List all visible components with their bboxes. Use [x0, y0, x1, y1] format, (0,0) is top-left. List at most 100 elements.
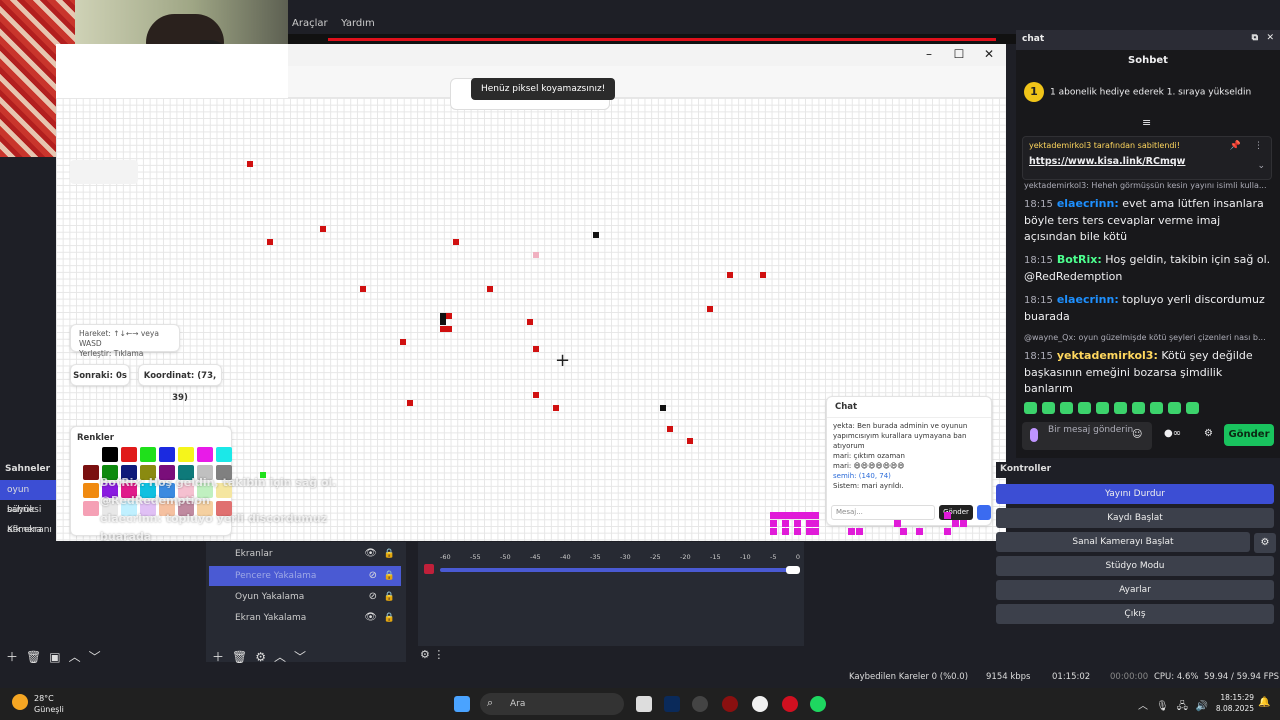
- ingame-chat-input[interactable]: Mesaj...: [831, 505, 935, 520]
- emoji-icon[interactable]: [977, 505, 991, 520]
- control-button[interactable]: Stüdyo Modu: [996, 556, 1274, 576]
- undock-icon[interactable]: ⧉: [1252, 33, 1258, 43]
- scenes-title: Sahneler: [0, 462, 56, 478]
- scene-toolbar[interactable]: ＋🗑▣︿﹀: [6, 648, 109, 665]
- color-swatch[interactable]: [83, 501, 99, 516]
- emoji-picker-icon[interactable]: ☺: [1132, 429, 1142, 440]
- volume-knob[interactable]: [786, 566, 800, 574]
- color-swatch[interactable]: [159, 447, 175, 462]
- canvas-pixel: [400, 339, 406, 345]
- eye-hidden-icon[interactable]: ⊘: [369, 587, 377, 607]
- more-icon[interactable]: ⋮: [1254, 141, 1263, 151]
- close-icon[interactable]: ✕: [974, 44, 1004, 66]
- source-item[interactable]: Ekranlar 👁 🔒: [209, 544, 401, 564]
- emote-icon[interactable]: [1060, 402, 1073, 414]
- emote-icon[interactable]: [1150, 402, 1163, 414]
- minimize-icon[interactable]: –: [914, 44, 944, 66]
- start-icon[interactable]: [454, 696, 470, 712]
- weather-widget[interactable]: 28°C Güneşli: [12, 692, 92, 716]
- control-button[interactable]: Kaydı Başlat: [996, 508, 1274, 528]
- taskbar-search[interactable]: Ara: [480, 693, 624, 715]
- eye-hidden-icon[interactable]: ⊘: [369, 566, 377, 586]
- close-dock-icon[interactable]: ✕: [1266, 33, 1274, 43]
- tray-icons[interactable]: ︿🎙🖧🔊: [1138, 697, 1216, 716]
- canvas-pixel: [760, 272, 766, 278]
- color-swatch[interactable]: [102, 447, 118, 462]
- opera-icon[interactable]: [782, 696, 798, 712]
- app-icon[interactable]: [722, 696, 738, 712]
- volume-slider[interactable]: [440, 568, 798, 572]
- spotify-icon[interactable]: [810, 696, 826, 712]
- color-swatch[interactable]: [197, 447, 213, 462]
- canvas-info-box: [70, 160, 138, 184]
- message-user[interactable]: elaecrinn:: [1057, 197, 1119, 210]
- lock-icon[interactable]: 🔒: [384, 566, 395, 586]
- emote-icon[interactable]: [1114, 402, 1127, 414]
- source-item[interactable]: Pencere Yakalama ⊘ 🔒: [209, 566, 401, 586]
- canvas-pixel: [533, 392, 539, 398]
- chat-send-button[interactable]: Gönder: [1224, 424, 1274, 446]
- emote-icon[interactable]: [1042, 402, 1055, 414]
- message-user[interactable]: yektademirkol3:: [1057, 349, 1158, 362]
- file-explorer-icon[interactable]: [636, 696, 652, 712]
- gift-announcement: 1 1 abonelik hediye ederek 1. sıraya yüks…: [1024, 82, 1264, 110]
- clock-time: 18:15:29: [1220, 693, 1254, 702]
- mic-icon[interactable]: [1030, 428, 1038, 442]
- canvas-pixel: [894, 520, 901, 527]
- photoshop-icon[interactable]: [664, 696, 680, 712]
- scene-item[interactable]: büyük Kamera: [0, 500, 56, 535]
- taskbar-clock[interactable]: 18:15:29 8.08.2025: [1208, 692, 1254, 716]
- maximize-icon[interactable]: ☐: [944, 44, 974, 66]
- emote-icon[interactable]: [1168, 402, 1181, 414]
- pin-icon[interactable]: 📌: [1230, 141, 1241, 151]
- ingame-chat-title: Chat: [827, 397, 991, 418]
- source-item[interactable]: Ekran Yakalama 👁 🔒: [209, 608, 401, 628]
- canvas-pixel: [487, 286, 493, 292]
- mixer-settings-icon[interactable]: ⚙ ⋮: [420, 648, 444, 661]
- eye-icon[interactable]: 👁: [364, 544, 377, 564]
- eye-icon[interactable]: 👁: [364, 608, 377, 628]
- color-swatch[interactable]: [83, 465, 99, 480]
- lock-icon[interactable]: 🔒: [384, 587, 395, 607]
- scene-item[interactable]: afk ekranı: [0, 520, 56, 540]
- emote-icon[interactable]: [1186, 402, 1199, 414]
- message-user[interactable]: elaecrinn:: [1057, 293, 1119, 306]
- message-user[interactable]: BotRix:: [1057, 253, 1102, 266]
- control-button[interactable]: Çıkış: [996, 604, 1274, 624]
- canvas-pixel: [848, 528, 855, 535]
- source-item[interactable]: Oyun Yakalama ⊘ 🔒: [209, 587, 401, 607]
- chevron-down-icon[interactable]: ⌄: [1257, 161, 1265, 171]
- control-button[interactable]: Ayarlar: [996, 580, 1274, 600]
- color-swatch[interactable]: [121, 447, 137, 462]
- pinned-link[interactable]: https://www.kisa.link/RCmqw: [1029, 156, 1265, 167]
- lock-icon[interactable]: 🔒: [384, 544, 395, 564]
- emote-icon[interactable]: [1024, 402, 1037, 414]
- color-swatch[interactable]: [83, 483, 99, 498]
- mute-icon[interactable]: [424, 564, 434, 574]
- color-swatch[interactable]: [216, 447, 232, 462]
- source-toolbar[interactable]: ＋🗑⚙︿﹀: [212, 648, 314, 665]
- vcam-settings-icon[interactable]: ⚙: [1254, 533, 1276, 553]
- lock-icon[interactable]: 🔒: [384, 608, 395, 628]
- scene-item[interactable]: oyun sahnesi: [0, 480, 56, 515]
- control-button[interactable]: Yayını Durdur: [996, 484, 1274, 504]
- canvas-pixel: [453, 239, 459, 245]
- control-button[interactable]: Sanal Kamerayı Başlat: [996, 532, 1250, 552]
- emote-icon[interactable]: [1096, 402, 1109, 414]
- channel-points-icon[interactable]: ●∞: [1164, 428, 1181, 439]
- emote-icon[interactable]: [1132, 402, 1145, 414]
- chat-message: 18:15 yektademirkol3: Kötü şey değilde ba…: [1024, 348, 1274, 392]
- menu-tools[interactable]: Araçlar: [292, 18, 328, 29]
- menu-help[interactable]: Yardım: [341, 18, 375, 29]
- color-swatch[interactable]: [178, 447, 194, 462]
- settings-icon[interactable]: ⚙: [1204, 428, 1213, 439]
- app-icon[interactable]: [692, 696, 708, 712]
- color-swatch[interactable]: [140, 447, 156, 462]
- preview-top-strip: [288, 34, 1016, 44]
- notification-icon[interactable]: 🔔: [1258, 697, 1270, 708]
- emote-icon[interactable]: [1078, 402, 1091, 414]
- filter-icon[interactable]: ≡: [1142, 116, 1151, 129]
- obs-icon[interactable]: [752, 696, 768, 712]
- color-swatch[interactable]: [83, 447, 99, 462]
- cooldown-tooltip: Henüz piksel koyamazsınız!: [471, 78, 616, 100]
